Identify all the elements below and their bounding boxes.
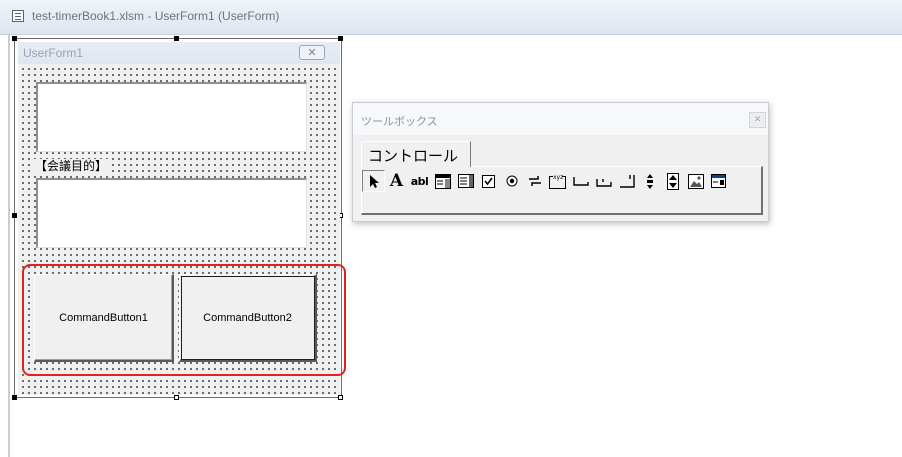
window-left-border [8, 34, 10, 457]
toolbox-close-button[interactable]: ✕ [749, 112, 766, 128]
togglebutton-tool-icon[interactable] [523, 170, 546, 192]
resize-handle-top-left [12, 36, 17, 41]
image-tool-icon[interactable] [684, 170, 707, 192]
textbox-top[interactable] [36, 82, 307, 152]
window-title: test-timerBook1.xlsm - UserForm1 (UserFo… [32, 9, 280, 23]
resize-handle-left [12, 213, 17, 218]
userform-designer-icon [12, 10, 24, 22]
toolbox-title-bar[interactable]: ツールボックス [353, 103, 768, 135]
toolbox-tools: A abl xyz [362, 170, 730, 192]
resize-handle-bottom-left [12, 395, 17, 400]
textbox-tool-icon[interactable]: abl [408, 170, 431, 192]
resize-handle-top [174, 36, 179, 41]
checkbox-tool-icon[interactable] [477, 170, 500, 192]
commandbutton-tool-icon[interactable] [569, 170, 592, 192]
refedit-tool-icon[interactable] [707, 170, 730, 192]
svg-text:xyz: xyz [553, 174, 563, 181]
tab-controls[interactable]: コントロール [361, 141, 471, 167]
textbox-purpose[interactable] [36, 178, 307, 248]
label-tool-icon[interactable]: A [385, 170, 408, 192]
label-meeting-purpose[interactable]: 【会議目的】 [33, 159, 110, 173]
toolbox-window: ツールボックス ✕ コントロール [352, 102, 769, 222]
resize-handle-top-right [338, 36, 343, 41]
spinbutton-tool-icon[interactable] [661, 170, 684, 192]
multipage-tool-icon[interactable] [615, 170, 638, 192]
scrollbar-tool-icon[interactable] [638, 170, 661, 192]
window-title-bar: test-timerBook1.xlsm - UserForm1 (UserFo… [0, 0, 902, 35]
combobox-tool-icon[interactable] [431, 170, 454, 192]
userform-close-button[interactable]: ✕ [299, 45, 325, 60]
userform-title-bar: UserForm1 [18, 42, 340, 65]
optionbutton-tool-icon[interactable] [500, 170, 523, 192]
resize-handle-bottom[interactable] [174, 395, 179, 400]
userform-caption: UserForm1 [23, 46, 84, 60]
tab-controls-label: コントロール [368, 147, 459, 165]
resize-handle-bottom-right[interactable] [338, 395, 343, 400]
tabstrip-tool-icon[interactable] [592, 170, 615, 192]
frame-tool-icon[interactable]: xyz [546, 170, 569, 192]
close-icon: ✕ [307, 46, 317, 59]
select-objects-icon[interactable] [362, 170, 385, 192]
listbox-tool-icon[interactable] [454, 170, 477, 192]
highlight-annotation [22, 264, 346, 376]
close-icon: ✕ [753, 115, 762, 125]
toolbox-title: ツールボックス [361, 115, 438, 128]
